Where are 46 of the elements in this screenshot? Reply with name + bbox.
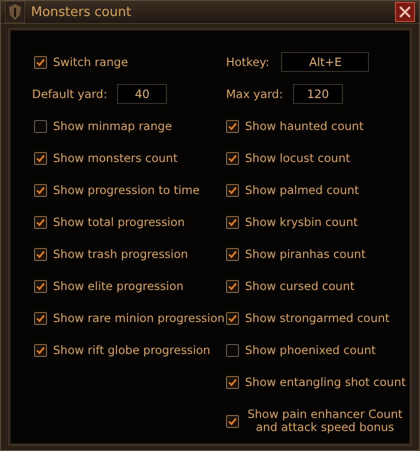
option-label: Show rift globe progression (53, 343, 210, 357)
option-label: Show entangling shot count (245, 375, 406, 389)
checkbox[interactable] (34, 344, 47, 356)
checkbox[interactable] (226, 184, 239, 196)
checkbox[interactable] (226, 248, 239, 260)
checkbox[interactable] (34, 152, 47, 164)
option-label: Show cursed count (245, 279, 354, 293)
checkbox[interactable] (226, 414, 239, 428)
checkbox[interactable] (226, 120, 239, 132)
option-label: Show piranhas count (245, 247, 366, 261)
option-label: Show rare minion progression (53, 311, 225, 325)
checkbox[interactable] (34, 184, 47, 196)
max-yard-label: Max yard: (226, 87, 283, 101)
option-label: Show phoenixed count (245, 343, 376, 357)
option-label: Show trash progression (53, 247, 188, 261)
option-label: Show monsters count (53, 151, 178, 165)
checkbox[interactable] (226, 376, 239, 388)
option-label: Show locust count (245, 151, 350, 165)
checkbox[interactable] (34, 280, 47, 292)
checkbox[interactable] (34, 56, 47, 68)
hotkey-field[interactable]: Alt+E (281, 52, 370, 72)
option-label: Show strongarmed count (245, 311, 390, 325)
close-button[interactable] (395, 2, 415, 22)
checkbox[interactable] (34, 120, 47, 132)
default-yard-field[interactable]: 40 (117, 84, 168, 104)
option-label: Switch range (53, 55, 128, 69)
option-label: Show progression to time (53, 183, 200, 197)
default-yard-label: Default yard: (32, 87, 108, 101)
checkbox[interactable] (226, 280, 239, 292)
checkbox[interactable] (34, 216, 47, 228)
option-label: Show total progression (53, 215, 185, 229)
hotkey-label: Hotkey: (226, 55, 270, 69)
checkbox[interactable] (226, 152, 239, 164)
window-title: Monsters count (31, 4, 132, 20)
checkbox[interactable] (34, 312, 47, 324)
option-label: Show krysbin count (245, 215, 358, 229)
checkbox[interactable] (34, 248, 47, 260)
option-label: Show palmed count (245, 183, 359, 197)
option-label: Show haunted count (245, 119, 364, 133)
option-label: Show minmap range (53, 119, 172, 133)
checkbox[interactable] (226, 344, 239, 356)
checkbox[interactable] (226, 312, 239, 324)
max-yard-field[interactable]: 120 (292, 84, 343, 104)
option-label: Show elite progression (53, 279, 184, 293)
checkbox[interactable] (226, 216, 239, 228)
option-label: Show pain enhancer Count and attack speed bonus (246, 408, 404, 434)
